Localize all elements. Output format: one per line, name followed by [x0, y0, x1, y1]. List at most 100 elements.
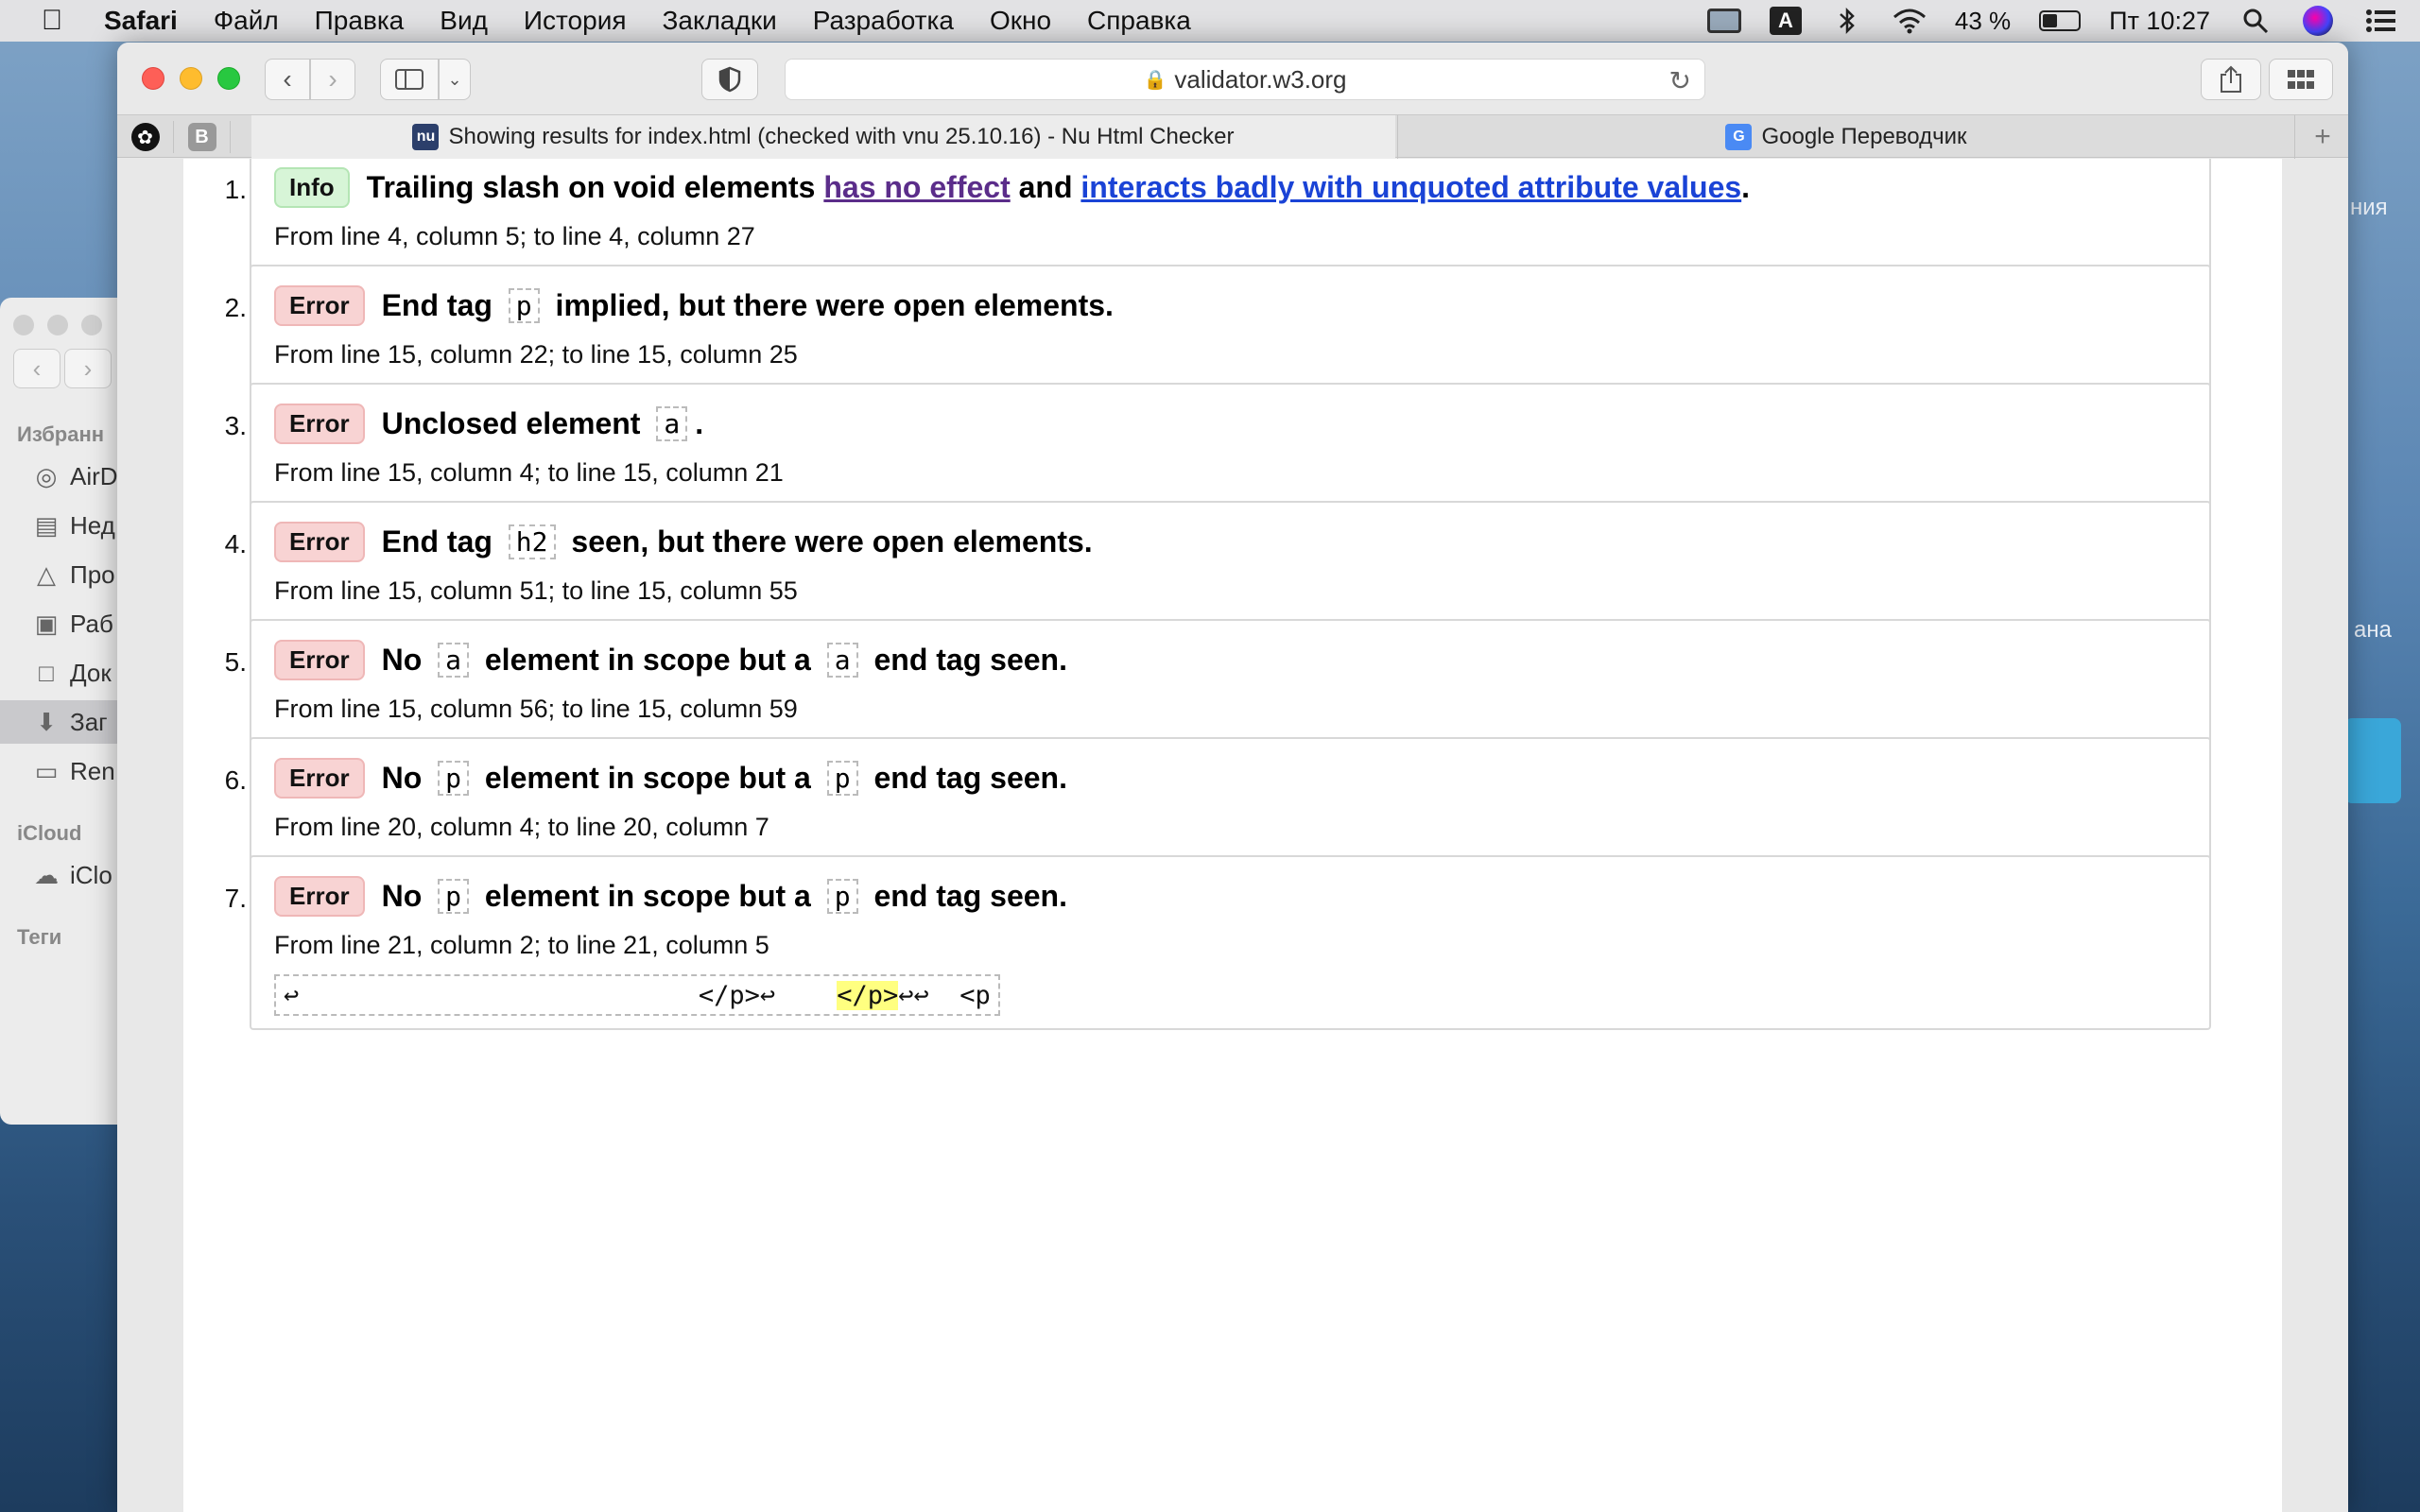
minimize-window-button[interactable]: [180, 67, 202, 90]
message-text: No: [381, 643, 431, 677]
screen-mirroring-icon[interactable]: [1706, 8, 1741, 34]
documents-icon: □: [39, 658, 54, 687]
tab-google-translate-title: Google Переводчик: [1761, 124, 1967, 149]
tab-google-translate[interactable]: G Google Переводчик: [1397, 115, 2295, 159]
privacy-report-button[interactable]: [701, 59, 758, 100]
pinned-tab-chatgpt[interactable]: ✿: [117, 121, 174, 153]
message-text: and: [1010, 170, 1081, 204]
menu-bar:  Safari Файл Правка Вид История Закладк…: [0, 0, 2420, 42]
info-badge: Info: [274, 167, 350, 208]
message-text: No: [381, 879, 431, 913]
message-number: 4.: [224, 529, 247, 558]
menu-file[interactable]: Файл: [214, 6, 279, 36]
reference-link[interactable]: interacts badly with unquoted attribute …: [1080, 170, 1741, 205]
nu-favicon-icon: nu: [412, 124, 440, 150]
page-content: 1. Info Trailing slash on void elements ha…: [117, 159, 2348, 1512]
message-title: Error Unclosed element a.: [274, 404, 703, 444]
tab-validator-title: Showing results for index.html (checked …: [448, 124, 1235, 149]
message-number: 7.: [224, 884, 247, 913]
message-text: No: [381, 761, 431, 795]
desktop-label-2: ана: [2354, 617, 2392, 643]
zoom-window-button[interactable]: [217, 67, 240, 90]
highlighted-code: </p>: [837, 980, 899, 1010]
message-number: 6.: [224, 765, 247, 795]
message-location[interactable]: From line 15, column 51; to line 15, col…: [274, 576, 798, 606]
desktop-label-1: ния: [2350, 195, 2388, 220]
b-icon: B: [187, 123, 216, 151]
menu-develop[interactable]: Разработка: [813, 6, 954, 36]
status-area: A 43 % Пт 10:27: [1706, 0, 2397, 42]
menu-view[interactable]: Вид: [440, 6, 488, 36]
message-location[interactable]: From line 4, column 5; to line 4, column…: [274, 222, 755, 251]
message-location[interactable]: From line 15, column 56; to line 15, col…: [274, 695, 798, 724]
keyboard-layout-icon[interactable]: A: [1769, 7, 1802, 35]
error-badge: Error: [274, 876, 365, 917]
element-name-code: p: [508, 288, 540, 323]
reference-link[interactable]: has no effect: [823, 170, 1010, 205]
message-location[interactable]: From line 15, column 22; to line 15, col…: [274, 340, 798, 369]
tab-validator[interactable]: nu Showing results for index.html (check…: [251, 115, 1395, 159]
finder-item-desktop[interactable]: ▣ Раб: [0, 602, 132, 645]
clock[interactable]: Пт 10:27: [2109, 7, 2210, 36]
element-name-code: h2: [508, 524, 556, 559]
message-text: element in scope but a: [475, 643, 820, 677]
finder-zoom-button[interactable]: [81, 315, 102, 335]
finder-item-documents[interactable]: □ Док: [0, 651, 132, 695]
sidebar-toggle-button[interactable]: [380, 59, 439, 100]
address-bar[interactable]: 🔒 validator.w3.org ↻: [785, 59, 1705, 100]
safari-toolbar: ‹ › ⌄ 🔒 validator.w3.org ↻: [117, 43, 2348, 114]
finder-item-applications[interactable]: △ Про: [0, 553, 132, 596]
finder-item-downloads[interactable]: ⬇ Заг: [0, 700, 132, 744]
chatgpt-icon: ✿: [130, 123, 160, 151]
finder-forward-button[interactable]: ›: [64, 349, 112, 388]
grid-icon: [2288, 70, 2314, 89]
close-window-button[interactable]: [142, 67, 164, 90]
page-gutter-left: [117, 159, 183, 1512]
finder-item-folder[interactable]: ▭ Ren: [0, 749, 132, 793]
message-title: Error No p element in scope but a p end t…: [274, 758, 1067, 799]
bluetooth-icon[interactable]: [1830, 7, 1864, 35]
battery-percent: 43 %: [1954, 6, 2012, 35]
battery-icon[interactable]: [2039, 10, 2082, 31]
downloads-icon: ⬇: [36, 707, 57, 736]
plus-icon: +: [2314, 121, 2331, 152]
message-location[interactable]: From line 15, column 4; to line 15, colu…: [274, 458, 784, 488]
message-location[interactable]: From line 21, column 2; to line 21, colu…: [274, 931, 769, 960]
menu-app-name[interactable]: Safari: [104, 6, 178, 36]
wifi-icon[interactable]: [1893, 8, 1927, 34]
message-text: Trailing slash on void elements: [366, 170, 824, 204]
menu-bookmarks[interactable]: Закладки: [663, 6, 777, 36]
pinned-tab-b[interactable]: B: [174, 121, 231, 153]
extract-context: ↩↩ <p: [898, 980, 991, 1010]
battery-level: [2043, 14, 2058, 27]
shield-icon: [718, 66, 741, 93]
finder-minimize-button[interactable]: [47, 315, 68, 335]
finder-section-favorites: Избранн: [17, 422, 105, 446]
menu-window[interactable]: Окно: [990, 6, 1051, 36]
reload-icon[interactable]: ↻: [1669, 65, 1691, 96]
element-name-code: a: [656, 406, 688, 441]
spotlight-search-icon[interactable]: [2238, 8, 2273, 34]
apple-menu-icon[interactable]: : [0, 5, 104, 37]
error-badge: Error: [274, 758, 365, 799]
forward-button[interactable]: ›: [310, 59, 355, 100]
chevron-left-icon: ‹: [283, 64, 292, 94]
share-button[interactable]: [2201, 59, 2261, 100]
menu-help[interactable]: Справка: [1087, 6, 1191, 36]
menu-history[interactable]: История: [524, 6, 627, 36]
menu-edit[interactable]: Правка: [315, 6, 405, 36]
new-tab-button[interactable]: +: [2297, 115, 2348, 159]
control-center-icon[interactable]: [2363, 8, 2397, 34]
message-location[interactable]: From line 20, column 4; to line 20, colu…: [274, 813, 769, 842]
finder-item-icloud-drive[interactable]: ☁ iClo: [0, 853, 132, 897]
finder-item-airdrop[interactable]: ◎ AirD: [0, 455, 132, 498]
back-button[interactable]: ‹: [265, 59, 310, 100]
finder-item-recents[interactable]: ▤ Нед: [0, 504, 132, 547]
siri-icon[interactable]: [2301, 6, 2335, 36]
sidebar-menu-button[interactable]: ⌄: [439, 59, 471, 100]
finder-close-button[interactable]: [13, 315, 34, 335]
message-text: End tag: [381, 524, 501, 558]
extract-context: ↩ </p>↩: [284, 980, 838, 1010]
tab-overview-button[interactable]: [2269, 59, 2333, 100]
finder-back-button[interactable]: ‹: [13, 349, 60, 388]
